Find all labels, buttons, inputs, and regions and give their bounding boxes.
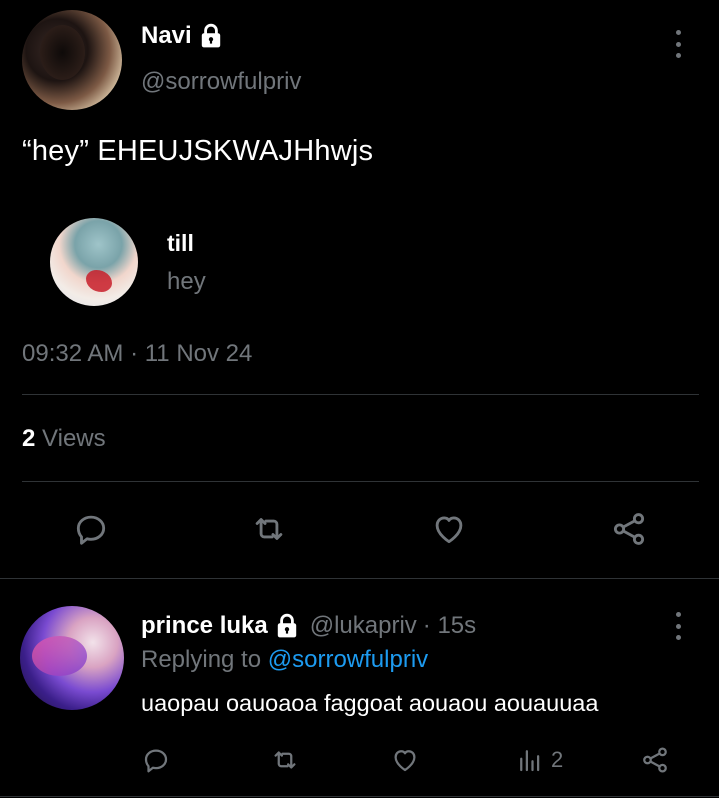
- like-icon: [435, 516, 463, 544]
- views-count: 2: [22, 425, 36, 452]
- share-icon: [643, 747, 667, 773]
- reply-button[interactable]: [69, 507, 113, 551]
- reply-icon: [144, 749, 168, 773]
- share-icon: [613, 513, 645, 545]
- replying-to: Replying to @sorrowfulpriv: [141, 646, 428, 674]
- lock-icon: [198, 23, 224, 49]
- views-label: Views: [42, 425, 106, 452]
- reply-author-name[interactable]: prince luka: [141, 612, 268, 640]
- like-icon: [394, 750, 416, 772]
- reply-views-count: 2: [551, 747, 564, 772]
- reply-reply-button[interactable]: [134, 738, 178, 782]
- author-name-row: Navi: [141, 22, 224, 50]
- replying-label: Replying to: [141, 646, 262, 673]
- reply-like-button[interactable]: [383, 738, 427, 782]
- reply-time: · 15s: [422, 612, 477, 639]
- views-icon: [520, 750, 540, 772]
- retweet-icon: [255, 518, 283, 540]
- reply-author-avatar[interactable]: [20, 606, 124, 710]
- like-button[interactable]: [427, 507, 471, 551]
- reply-views-button[interactable]: 2: [515, 745, 563, 775]
- reply-more-options-icon[interactable]: [673, 612, 683, 640]
- share-button[interactable]: [607, 507, 651, 551]
- author-avatar[interactable]: [22, 10, 122, 110]
- reply-share-button[interactable]: [633, 738, 677, 782]
- divider: [0, 796, 719, 797]
- divider: [0, 578, 719, 579]
- replying-mention[interactable]: @sorrowfulpriv: [268, 646, 428, 673]
- author-name[interactable]: Navi: [141, 22, 192, 50]
- lock-icon: [274, 613, 300, 639]
- reply-header: prince luka @lukapriv · 15s: [141, 612, 476, 640]
- author-handle[interactable]: @sorrowfulpriv: [141, 68, 301, 96]
- divider: [22, 481, 699, 482]
- more-options-icon[interactable]: [673, 30, 683, 58]
- reply-text: uaopau oauoaoa faggoat aouaou aouauuaa: [141, 690, 599, 716]
- divider: [22, 394, 699, 395]
- tweet-text: “hey” EHEUJSKWAJHhwjs: [22, 135, 374, 167]
- tweet-timestamp[interactable]: 09:32 AM · 11 Nov 24: [22, 340, 252, 368]
- retweet-button[interactable]: [247, 507, 291, 551]
- views-stat[interactable]: 2 Views: [22, 425, 106, 453]
- reply-retweet-button[interactable]: [263, 738, 307, 782]
- reply-author-handle[interactable]: @lukapriv: [310, 612, 417, 640]
- quoted-text: hey: [167, 268, 206, 295]
- quoted-avatar[interactable]: [50, 218, 138, 306]
- quoted-name: till: [167, 230, 194, 256]
- retweet-icon: [274, 751, 296, 769]
- reply-icon: [76, 515, 106, 545]
